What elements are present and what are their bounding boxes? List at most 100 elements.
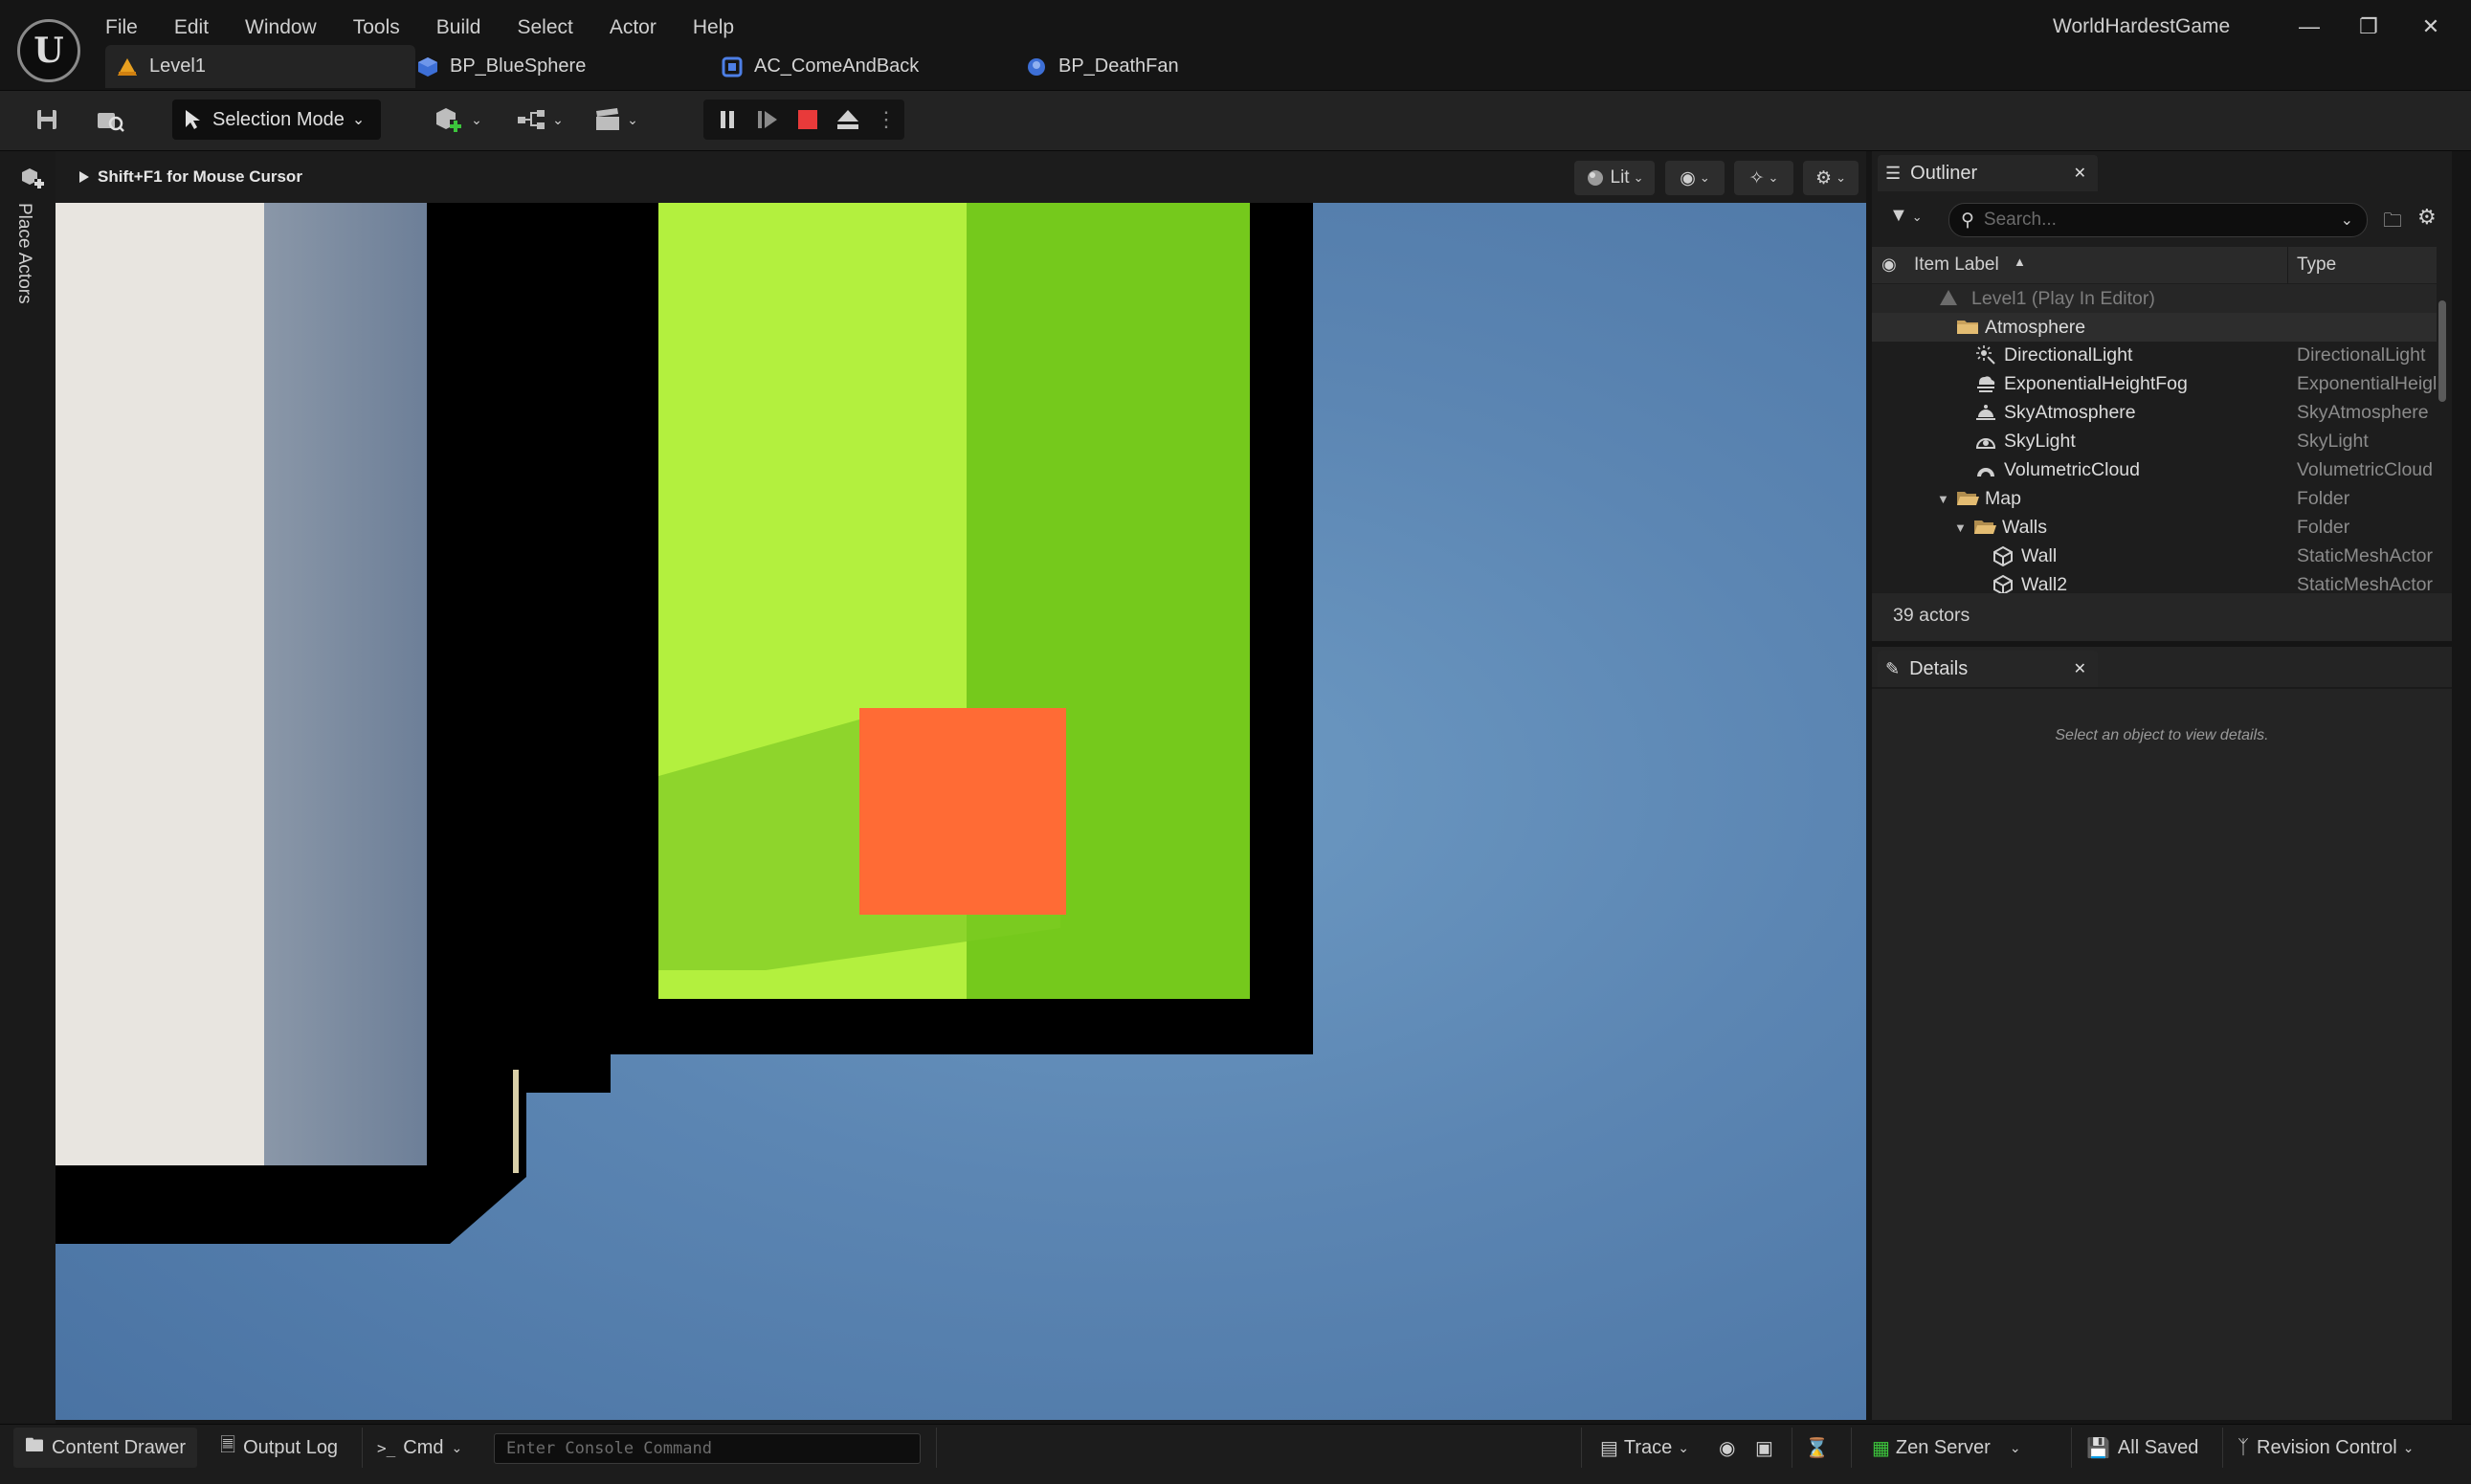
outliner-scrollbar[interactable] xyxy=(2438,300,2446,402)
trace-label: Trace xyxy=(1623,1436,1673,1458)
static-mesh-icon xyxy=(1992,545,2014,566)
search-icon: ⚲ xyxy=(1961,210,1974,231)
close-icon[interactable]: ✕ xyxy=(2074,164,2086,183)
outliner-row[interactable]: Atmosphere xyxy=(1872,313,2437,342)
outliner-row[interactable]: SkyLight SkyLight xyxy=(1872,427,2437,455)
cmd-label: Cmd xyxy=(403,1436,444,1458)
eject-button[interactable] xyxy=(833,100,863,140)
outliner-row[interactable]: ExponentialHeightFog ExponentialHeigl xyxy=(1872,369,2437,398)
pause-button[interactable] xyxy=(712,100,743,140)
stop-button[interactable] xyxy=(792,100,823,140)
menu-window[interactable]: Window xyxy=(245,11,317,44)
menu-tools[interactable]: Tools xyxy=(353,11,400,44)
console-input[interactable]: Enter Console Command xyxy=(494,1433,921,1464)
expand-arrow-icon[interactable]: ▼ xyxy=(1937,492,1949,506)
tab-bp-bluesphere[interactable]: BP_BlueSphere xyxy=(417,45,704,88)
restore-button[interactable]: ❐ xyxy=(2345,10,2393,44)
lit-sphere-icon xyxy=(1587,170,1603,186)
menu-help[interactable]: Help xyxy=(693,11,734,44)
place-actors-icon[interactable] xyxy=(20,166,45,189)
sort-up-icon: ▲ xyxy=(2014,255,2026,269)
filter-button[interactable]: ▼ ⌄ xyxy=(1889,205,1923,227)
close-icon[interactable]: ✕ xyxy=(2074,659,2086,678)
zen-server-label: Zen Server xyxy=(1895,1436,1991,1458)
outliner-row[interactable]: ▼ Map Folder xyxy=(1872,484,2437,513)
output-log-button[interactable]: 🗏 Output Log xyxy=(211,1428,354,1468)
level-icon xyxy=(117,56,138,78)
content-drawer-icon: 🖿 xyxy=(25,1435,44,1456)
outliner-row[interactable]: Level1 (Play In Editor) xyxy=(1872,284,2437,313)
chevron-down-icon: ⌄ xyxy=(2340,212,2353,229)
stop-icon xyxy=(798,110,817,129)
menu-file[interactable]: File xyxy=(105,11,138,44)
pencil-icon: ✎ xyxy=(1885,658,1901,678)
outliner-row[interactable]: VolumetricCloud VolumetricCloud xyxy=(1872,455,2437,484)
add-actor-button[interactable]: ⌄ xyxy=(429,100,488,140)
cloud-icon xyxy=(1975,459,1996,480)
scene-render xyxy=(56,203,1313,1244)
clapperboard-icon xyxy=(596,108,620,130)
white-panel xyxy=(56,203,264,1165)
minimize-button[interactable]: — xyxy=(2285,10,2333,44)
tab-bp-deathfan[interactable]: BP_DeathFan xyxy=(1026,45,1313,88)
trace-dropdown[interactable]: ▤ Trace ⌄ xyxy=(1600,1428,1707,1468)
close-window-button[interactable]: ✕ xyxy=(2407,10,2455,44)
tab-label: Level1 xyxy=(149,55,206,77)
all-saved-button[interactable]: 💾 All Saved xyxy=(2086,1428,2215,1468)
col-item-label[interactable]: Item Label xyxy=(1914,255,1999,276)
performance-button[interactable]: ✧ ⌄ xyxy=(1734,161,1793,195)
revision-control-dropdown[interactable]: ᛉ Revision Control ⌄ xyxy=(2237,1428,2438,1468)
blueprint-icon xyxy=(1026,56,1047,78)
eject-icon xyxy=(837,110,858,129)
details-tab[interactable]: ✎ Details ✕ xyxy=(1878,651,2098,687)
gear-icon[interactable]: ⚙ xyxy=(2417,205,2437,230)
outliner-tab[interactable]: ☰ Outliner ✕ xyxy=(1878,155,2098,191)
tab-ac-comeandback[interactable]: AC_ComeAndBack xyxy=(722,45,1009,88)
level-viewport[interactable] xyxy=(56,151,1866,1420)
cinematics-button[interactable]: ⌄ xyxy=(588,100,645,140)
blueprints-button[interactable]: ⌄ xyxy=(511,100,568,140)
outliner-row[interactable]: DirectionalLight DirectionalLight xyxy=(1872,341,2437,369)
save-button[interactable] xyxy=(27,100,67,140)
eye-icon[interactable]: ◉ xyxy=(1881,255,1897,275)
screenshot-icon[interactable]: ▣ xyxy=(1755,1428,1782,1468)
content-drawer-label: Content Drawer xyxy=(52,1436,187,1458)
hint-text: Shift+F1 for Mouse Cursor xyxy=(98,167,302,186)
list-icon: ☰ xyxy=(1885,163,1902,183)
outliner-row[interactable]: Wall StaticMeshActor xyxy=(1872,542,2437,570)
outliner-row[interactable]: SkyAtmosphere SkyAtmosphere xyxy=(1872,398,2437,427)
frame-skip-button[interactable] xyxy=(752,100,783,140)
zen-server-icon: ▦ xyxy=(1872,1437,1890,1459)
viewport-settings-button[interactable]: ⚙ ⌄ xyxy=(1803,161,1859,195)
folder-icon xyxy=(1956,317,1978,338)
static-mesh-icon xyxy=(1992,574,2014,595)
menu-edit[interactable]: Edit xyxy=(174,11,209,44)
revision-control-label: Revision Control xyxy=(2257,1436,2397,1458)
selection-mode-dropdown[interactable]: Selection Mode ⌄ xyxy=(172,100,381,140)
outliner-search[interactable]: ⚲ Search... ⌄ xyxy=(1948,203,2368,237)
unreal-logo-icon[interactable]: U xyxy=(17,19,80,82)
outliner-row[interactable]: ▼ Walls Folder xyxy=(1872,513,2437,542)
folder-open-icon xyxy=(1956,488,1979,509)
col-type[interactable]: Type xyxy=(2287,255,2336,276)
zen-server-dropdown[interactable]: ▦ Zen Server ⌄ xyxy=(1872,1428,2035,1468)
chevron-down-icon: ⌄ xyxy=(351,112,366,128)
play-options-button[interactable]: ⋮ xyxy=(873,100,900,140)
show-flags-button[interactable]: ◉ ⌄ xyxy=(1665,161,1725,195)
place-actors-tab[interactable]: Place Actors xyxy=(13,203,34,304)
hourglass-icon[interactable]: ⌛ xyxy=(1805,1428,1832,1468)
menu-select[interactable]: Select xyxy=(517,11,572,44)
grey-panel xyxy=(264,203,427,1165)
expand-arrow-icon[interactable]: ▼ xyxy=(1954,521,1967,535)
view-mode-button[interactable]: Lit ⌄ xyxy=(1574,161,1655,195)
add-folder-icon[interactable]: 🗀 xyxy=(2383,207,2402,239)
record-icon[interactable]: ◉ xyxy=(1719,1428,1746,1468)
cmd-dropdown[interactable]: >_ Cmd ⌄ xyxy=(377,1428,482,1468)
menu-actor[interactable]: Actor xyxy=(610,11,657,44)
view-mode-label: Lit xyxy=(1610,167,1630,188)
tab-level1[interactable]: Level1 xyxy=(105,45,415,88)
menu-build[interactable]: Build xyxy=(436,11,481,44)
content-drawer-button[interactable]: 🖿 Content Drawer xyxy=(13,1428,197,1468)
filter-icon: ▼ xyxy=(1889,205,1908,226)
browse-button[interactable] xyxy=(90,100,130,140)
